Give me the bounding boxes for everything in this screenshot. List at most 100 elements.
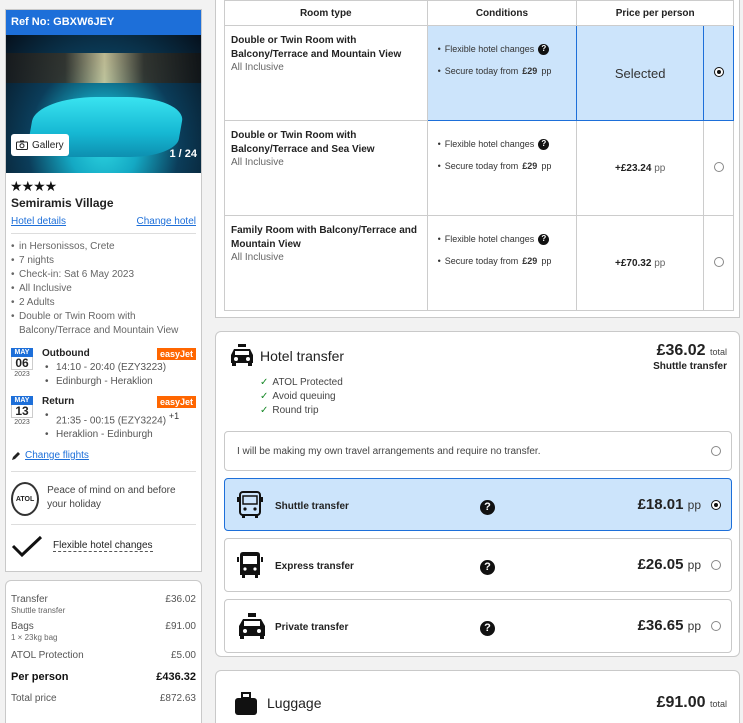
room-row[interactable]: Double or Twin Room with Balcony/Terrace…: [224, 25, 734, 121]
transfer-option-price-wrap: £36.65 pp: [638, 617, 701, 634]
summary-bags: Bags 1 × 23kg bag £91.00: [11, 621, 196, 642]
help-icon[interactable]: ?: [480, 497, 495, 515]
transfer-option-express[interactable]: Express transfer ? £26.05 pp: [224, 538, 732, 592]
condition-flexible-text: Flexible hotel changes: [444, 44, 535, 54]
room-board: All Inclusive: [231, 62, 284, 73]
condition-flexible: Flexible hotel changes?: [438, 133, 577, 155]
secure-prefix: Secure today from: [444, 161, 519, 171]
star-rating: ★★★★: [10, 178, 57, 194]
outbound-year: 2023: [14, 371, 30, 378]
atol-icon: ATOL: [11, 482, 40, 516]
gallery-label: Gallery: [32, 139, 64, 151]
transfer-selected-name: Shuttle transfer: [653, 361, 727, 372]
room-info: Family Room with Balcony/Terrace and Mou…: [224, 215, 428, 311]
calendar-icon: MAY 13 2023: [11, 396, 33, 427]
room-radio-selected[interactable]: [713, 66, 724, 77]
secure-amount: £29: [522, 66, 538, 76]
gallery-button[interactable]: Gallery: [11, 134, 69, 156]
no-transfer-label: I will be making my own travel arrangeme…: [237, 446, 541, 457]
calendar-icon: MAY 06 2023: [11, 348, 33, 379]
transfer-total-label: total: [709, 347, 727, 357]
hotel-name: Semiramis Village: [11, 196, 114, 210]
room-row[interactable]: Double or Twin Room with Balcony/Terrace…: [224, 120, 734, 216]
help-icon[interactable]: ?: [480, 618, 495, 636]
transfer-radio[interactable]: [711, 621, 721, 631]
room-price-value: +£70.32: [615, 257, 652, 269]
transfer-option-private[interactable]: Private transfer ? £36.65 pp: [224, 599, 732, 653]
room-conditions: Flexible hotel changes? Secure today fro…: [426, 120, 578, 216]
per-person-label: pp: [654, 162, 666, 174]
secure-amount: £29: [522, 161, 538, 171]
luggage-total: £91.00 total: [657, 694, 727, 712]
per-person-label: pp: [687, 619, 701, 633]
benefit-item: Avoid queuing: [260, 390, 343, 404]
no-transfer-radio[interactable]: [711, 446, 721, 456]
room-board: All Inclusive: [231, 157, 284, 168]
next-day-badge: +1: [168, 411, 180, 421]
outbound-title: Outbound: [42, 348, 90, 359]
flexible-changes-label[interactable]: Flexible hotel changes: [53, 540, 153, 552]
secure-prefix: Secure today from: [444, 256, 519, 266]
transfer-radio-selected[interactable]: [711, 500, 721, 510]
change-hotel-link[interactable]: Change hotel: [137, 216, 197, 227]
room-table: Room type Conditions Price per person Do…: [224, 0, 734, 311]
transfer-option-price-wrap: £18.01 pp: [638, 496, 701, 513]
room-radio[interactable]: [713, 256, 724, 267]
info-nights: 7 nights: [11, 254, 196, 268]
room-radio[interactable]: [713, 161, 724, 172]
transfer-option-name: Shuttle transfer: [275, 501, 349, 512]
room-conditions: Flexible hotel changes? Secure today fro…: [426, 215, 578, 311]
per-person-label: pp: [687, 498, 701, 512]
transfer-option-price: £18.01: [637, 496, 684, 513]
luggage-total-amount: £91.00: [656, 694, 706, 711]
room-radio-cell[interactable]: [703, 215, 734, 311]
transfer-option-none[interactable]: I will be making my own travel arrangeme…: [224, 431, 732, 471]
help-icon[interactable]: ?: [538, 233, 550, 245]
info-checkin: Check-in: Sat 6 May 2023: [11, 268, 196, 282]
room-radio-cell[interactable]: [703, 120, 734, 216]
summary-transfer-sub: Shuttle transfer: [11, 606, 66, 615]
condition-secure: Secure today from £29 pp: [438, 60, 577, 82]
header-price: Price per person: [576, 0, 734, 26]
summary-transfer: Transfer Shuttle transfer £36.02: [11, 594, 196, 615]
pencil-icon: [12, 451, 20, 460]
return-title: Return: [42, 396, 75, 407]
transfer-benefits: ATOL Protected Avoid queuing Round trip: [260, 376, 343, 418]
luggage-section: Luggage £91.00 total: [215, 670, 740, 723]
room-row[interactable]: Family Room with Balcony/Terrace and Mou…: [224, 215, 734, 311]
room-info: Double or Twin Room with Balcony/Terrace…: [224, 120, 428, 216]
help-icon[interactable]: ?: [480, 557, 495, 575]
hotel-photo[interactable]: Gallery 1 / 24: [6, 35, 201, 173]
return-day: 13: [11, 405, 33, 418]
outbound-day: 06: [11, 357, 33, 370]
help-icon[interactable]: ?: [538, 43, 550, 55]
help-icon[interactable]: ?: [538, 138, 550, 150]
secure-amount: £29: [522, 256, 538, 266]
hotel-transfer-section: Hotel transfer £36.02 total Shuttle tran…: [215, 331, 740, 657]
secure-prefix: Secure today from: [444, 66, 519, 76]
taxi-icon: [231, 344, 253, 366]
price-summary: Transfer Shuttle transfer £36.02 Bags 1 …: [5, 580, 202, 723]
change-flights-row[interactable]: Change flights: [11, 450, 196, 461]
header-conditions: Conditions: [426, 0, 578, 26]
outbound-route: Edinburgh - Heraklion: [42, 375, 166, 389]
change-flights-link[interactable]: Change flights: [25, 450, 89, 461]
room-selected-label: Selected: [614, 65, 666, 81]
transfer-total-amount: £36.02: [656, 342, 706, 359]
info-board: All Inclusive: [11, 282, 196, 296]
room-price: Selected: [576, 25, 705, 121]
transfer-option-price: £26.05: [637, 556, 684, 573]
per-person-label: pp: [654, 257, 666, 269]
camera-icon: [16, 140, 28, 150]
transfer-option-shuttle[interactable]: Shuttle transfer ? £18.01 pp: [224, 478, 732, 531]
condition-flexible: Flexible hotel changes?: [438, 228, 577, 250]
peace-text: Peace of mind on and before your holiday: [47, 485, 176, 510]
bus-icon: [237, 552, 263, 578]
booking-sidebar: Ref No: GBXW6JEY Gallery 1 / 24 ★★★★ Sem…: [5, 9, 202, 572]
room-selection: Room type Conditions Price per person Do…: [215, 0, 740, 318]
condition-flexible: Flexible hotel changes?: [438, 38, 577, 60]
room-name: Double or Twin Room with Balcony/Terrace…: [231, 130, 375, 155]
hotel-details-link[interactable]: Hotel details: [11, 216, 66, 227]
room-radio-cell[interactable]: [703, 25, 734, 121]
transfer-radio[interactable]: [711, 560, 721, 570]
